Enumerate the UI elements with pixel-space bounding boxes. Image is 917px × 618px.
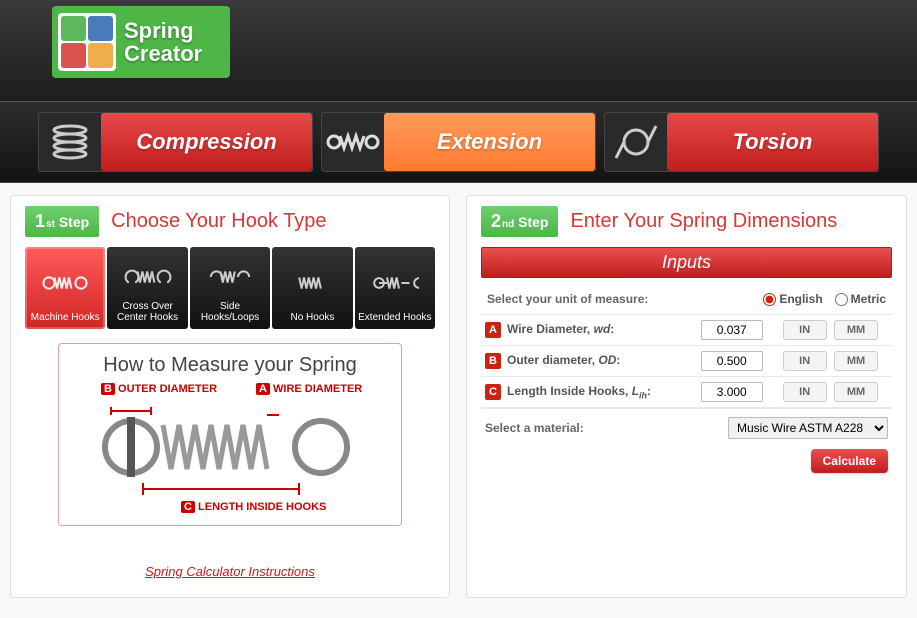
hook-crossover-label: Cross Over Center Hooks bbox=[109, 301, 185, 323]
compression-spring-icon bbox=[39, 113, 101, 171]
diag-label-length-inside: C LENGTH INSIDE HOOKS bbox=[181, 501, 326, 513]
unit-metric-option[interactable]: Metric bbox=[835, 292, 886, 306]
diag-label-wire-diameter: A WIRE DIAMETER bbox=[256, 383, 362, 395]
material-row: Select a material: Music Wire ASTM A228 bbox=[481, 408, 892, 439]
step1-title: Choose Your Hook Type bbox=[111, 210, 326, 233]
hook-extended[interactable]: Extended Hooks bbox=[355, 247, 435, 329]
tab-compression-label: Compression bbox=[101, 113, 312, 171]
diag-label-outer-diameter: B B OUTER DIAMETEROUTER DIAMETER bbox=[101, 383, 217, 395]
tab-extension[interactable]: Extension bbox=[321, 112, 596, 172]
tab-torsion[interactable]: Torsion bbox=[604, 112, 879, 172]
hook-extended-label: Extended Hooks bbox=[358, 312, 431, 323]
side-hooks-icon bbox=[206, 253, 254, 301]
lih-mm-btn[interactable]: MM bbox=[834, 382, 878, 402]
no-hooks-icon bbox=[288, 253, 336, 312]
step2-panel: 2nd Step Enter Your Spring Dimensions In… bbox=[466, 195, 907, 598]
measure-box: How to Measure your Spring B B OUTER DIA… bbox=[58, 343, 402, 526]
step1-panel: 1st Step Choose Your Hook Type Machine H… bbox=[10, 195, 450, 598]
unit-english-radio[interactable] bbox=[763, 293, 776, 306]
hook-side[interactable]: Side Hooks/Loops bbox=[190, 247, 270, 329]
spring-type-tabs: Compression Extension Torsion bbox=[0, 102, 917, 183]
length-inside-hooks-input[interactable] bbox=[701, 382, 763, 402]
row-wire-diameter: AWire Diameter, wd: IN MM bbox=[481, 315, 892, 346]
hook-type-selector: Machine Hooks Cross Over Center Hooks Si… bbox=[25, 247, 435, 329]
inputs-header: Inputs bbox=[481, 247, 892, 278]
od-in-btn[interactable]: IN bbox=[783, 351, 827, 371]
hook-none[interactable]: No Hooks bbox=[272, 247, 352, 329]
wd-in-btn[interactable]: IN bbox=[783, 320, 827, 340]
hook-none-label: No Hooks bbox=[290, 312, 334, 323]
tab-torsion-label: Torsion bbox=[667, 113, 878, 171]
spring-diagram-icon bbox=[71, 397, 391, 497]
logo-icons bbox=[58, 13, 116, 71]
row-outer-diameter: BOuter diameter, OD: IN MM bbox=[481, 346, 892, 377]
step1-badge: 1st Step bbox=[25, 206, 99, 237]
logo[interactable]: Spring Creator bbox=[52, 6, 230, 78]
material-label: Select a material: bbox=[485, 421, 584, 435]
od-mm-btn[interactable]: MM bbox=[834, 351, 878, 371]
topbar: Spring Creator bbox=[0, 0, 917, 102]
calculate-button[interactable]: Calculate bbox=[811, 449, 888, 473]
hook-machine[interactable]: Machine Hooks bbox=[25, 247, 105, 329]
measure-diagram: B B OUTER DIAMETEROUTER DIAMETER A WIRE … bbox=[71, 383, 389, 513]
instructions-link[interactable]: Spring Calculator Instructions bbox=[145, 564, 315, 579]
outer-diameter-input[interactable] bbox=[701, 351, 763, 371]
measure-title: How to Measure your Spring bbox=[71, 354, 389, 377]
hook-crossover[interactable]: Cross Over Center Hooks bbox=[107, 247, 187, 329]
unit-english-option[interactable]: English bbox=[763, 292, 822, 306]
wire-diameter-input[interactable] bbox=[701, 320, 763, 340]
logo-text: Spring Creator bbox=[124, 19, 202, 65]
step2-badge: 2nd Step bbox=[481, 206, 558, 237]
main-area: 1st Step Choose Your Hook Type Machine H… bbox=[0, 183, 917, 618]
step2-title: Enter Your Spring Dimensions bbox=[570, 210, 837, 233]
dimensions-table: AWire Diameter, wd: IN MM BOuter diamete… bbox=[481, 314, 892, 408]
extended-hooks-icon bbox=[371, 253, 419, 312]
extension-spring-icon bbox=[322, 113, 384, 171]
machine-hooks-icon bbox=[41, 253, 89, 312]
hook-side-label: Side Hooks/Loops bbox=[192, 301, 268, 323]
unit-label: Select your unit of measure: bbox=[487, 292, 648, 306]
tab-compression[interactable]: Compression bbox=[38, 112, 313, 172]
crossover-hooks-icon bbox=[124, 253, 172, 301]
lih-in-btn[interactable]: IN bbox=[783, 382, 827, 402]
tab-extension-label: Extension bbox=[384, 113, 595, 171]
wd-mm-btn[interactable]: MM bbox=[834, 320, 878, 340]
hook-machine-label: Machine Hooks bbox=[31, 312, 100, 323]
material-select[interactable]: Music Wire ASTM A228 bbox=[728, 417, 888, 439]
row-length-inside-hooks: CLength Inside Hooks, Lih: IN MM bbox=[481, 377, 892, 408]
unit-metric-radio[interactable] bbox=[835, 293, 848, 306]
unit-row: Select your unit of measure: English Met… bbox=[481, 288, 892, 314]
torsion-spring-icon bbox=[605, 113, 667, 171]
